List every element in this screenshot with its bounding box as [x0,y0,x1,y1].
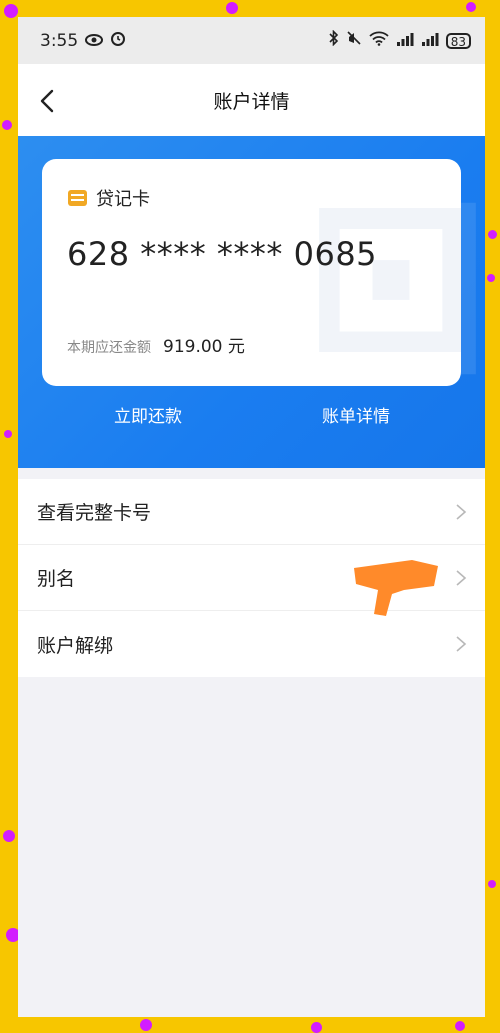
battery-icon: 83 [445,32,471,49]
frame-dot [487,274,495,282]
card-watermark-glyph: ⊡ [303,159,461,386]
menu-item-label: 账户解绑 [37,634,114,657]
frame-dot [226,2,238,14]
frame-dot [455,1021,465,1031]
frame-dot [488,880,496,888]
menu-item-label: 查看完整卡号 [37,502,152,524]
menu-item-unbind-account[interactable]: 账户解绑 [18,611,485,677]
chevron-left-icon [40,89,54,113]
redaction-mark [354,560,438,616]
due-amount-row: 本期应还金额 919.00 元 [67,332,245,357]
bluetooth-icon [329,29,339,51]
page-title: 账户详情 [213,90,290,113]
signal-icon [421,31,439,51]
nav-bar: 账户详情 [18,64,485,136]
card-type-label: 贷记卡 [96,189,150,210]
settings-menu: 查看完整卡号 别名 账户解绑 [18,479,485,677]
bank-card: ⊡ 贷记卡 628 **** **** 0685 本期应还金额 919.00 元 [42,159,461,386]
frame-dot [140,1019,152,1031]
bill-details-button[interactable]: 账单详情 [322,402,390,427]
card-icon [68,190,87,206]
due-label: 本期应还金额 [67,340,151,356]
frame-dot [311,1022,322,1033]
frame-dot [466,2,476,12]
back-button[interactable] [32,86,62,116]
chevron-right-icon [456,569,467,586]
frame-dot [3,830,15,842]
repay-now-button[interactable]: 立即还款 [114,402,182,427]
frame-dot [4,4,18,18]
frame-dot [4,430,12,438]
frame-dot [2,120,12,130]
menu-item-label: 别名 [37,568,76,590]
wifi-icon [369,31,389,51]
menu-item-alias[interactable]: 别名 [18,545,485,616]
chevron-right-icon [456,503,467,520]
signal-icon [396,31,414,51]
alarm-icon [110,30,126,51]
due-amount: 919.00 元 [163,337,245,357]
chevron-right-icon [456,636,467,652]
frame-dot [488,230,497,239]
menu-item-view-full-card-number[interactable]: 查看完整卡号 [18,479,485,545]
account-banner: ⊡ ⊡ 贷记卡 628 **** **** 0685 本期应还金额 919.00… [18,136,485,468]
card-number: 628 **** **** 0685 [67,235,378,273]
status-time: 3:55 [40,30,79,51]
mute-icon [346,30,362,51]
status-bar: 3:55 83 [18,17,485,64]
card-type: 贷记卡 [68,185,150,211]
eye-icon [85,31,104,51]
phone-screen: 3:55 83 账户详情 ⊡ 贷记卡 628 **** **** 0685 本期… [18,17,485,1017]
